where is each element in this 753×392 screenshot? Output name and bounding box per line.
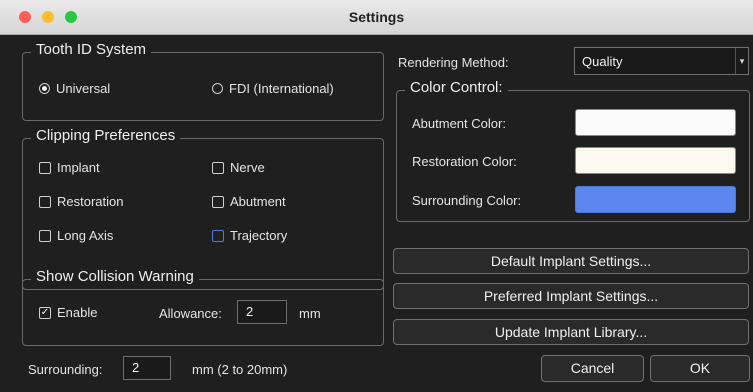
tooth-id-legend: Tooth ID System <box>31 41 152 58</box>
radio-universal[interactable]: Universal <box>39 81 110 96</box>
surrounding-input[interactable]: 2 <box>123 356 171 380</box>
checkbox-checked-icon: ✓ <box>39 306 51 319</box>
checkbox-implant-label: Implant <box>57 160 100 175</box>
checkbox-nerve-label: Nerve <box>230 160 265 175</box>
rendering-label: Rendering Method: <box>398 55 509 70</box>
cancel-button[interactable]: Cancel <box>541 355 644 382</box>
radio-unselected-icon <box>212 83 223 94</box>
checkbox-focused-icon <box>212 229 224 242</box>
settings-window: Settings Tooth ID System Universal FDI (… <box>0 0 753 392</box>
radio-fdi-label: FDI (International) <box>229 81 334 96</box>
checkbox-icon <box>39 195 51 208</box>
checkbox-abutment[interactable]: Abutment <box>212 194 286 209</box>
checkbox-restoration[interactable]: Restoration <box>39 194 123 209</box>
preferred-implant-settings-button[interactable]: Preferred Implant Settings... <box>393 283 749 309</box>
collision-legend: Show Collision Warning <box>31 268 199 285</box>
color-control-group: Color Control: Abutment Color: Restorati… <box>396 79 750 222</box>
checkbox-implant[interactable]: Implant <box>39 160 100 175</box>
rendering-select[interactable]: Quality ▾ <box>574 47 749 75</box>
color-control-legend: Color Control: <box>405 79 508 96</box>
abutment-color-swatch[interactable] <box>575 109 736 136</box>
restoration-color-label: Restoration Color: <box>412 154 517 169</box>
radio-universal-label: Universal <box>56 81 111 96</box>
allowance-input[interactable]: 2 <box>237 300 287 324</box>
checkbox-restoration-label: Restoration <box>57 194 124 209</box>
surrounding-hint: mm (2 to 20mm) <box>192 362 288 377</box>
tooth-id-group: Tooth ID System Universal FDI (Internati… <box>22 41 384 121</box>
checkbox-abutment-label: Abutment <box>230 194 286 209</box>
surrounding-color-label: Surrounding Color: <box>412 193 522 208</box>
collision-group: Show Collision Warning ✓ Enable Allowanc… <box>22 268 384 346</box>
update-implant-library-button[interactable]: Update Implant Library... <box>393 319 749 345</box>
ok-button[interactable]: OK <box>650 355 750 382</box>
allowance-label: Allowance: <box>159 306 222 321</box>
restoration-color-swatch[interactable] <box>575 147 736 174</box>
checkbox-nerve[interactable]: Nerve <box>212 160 265 175</box>
checkbox-enable-label: Enable <box>57 305 98 320</box>
checkbox-long-axis-label: Long Axis <box>57 228 114 243</box>
window-title: Settings <box>348 9 405 25</box>
checkbox-long-axis[interactable]: Long Axis <box>39 228 113 243</box>
title-bar: Settings <box>0 0 753 35</box>
checkbox-icon <box>212 195 224 208</box>
checkbox-trajectory[interactable]: Trajectory <box>212 228 287 243</box>
dropdown-arrow-icon: ▾ <box>735 48 748 74</box>
default-implant-settings-button[interactable]: Default Implant Settings... <box>393 248 749 274</box>
surrounding-label: Surrounding: <box>28 362 103 377</box>
radio-fdi[interactable]: FDI (International) <box>212 81 334 96</box>
checkbox-trajectory-label: Trajectory <box>230 228 288 243</box>
dialog-content: Tooth ID System Universal FDI (Internati… <box>0 35 753 392</box>
checkbox-enable[interactable]: ✓ Enable <box>39 305 97 320</box>
allowance-unit: mm <box>299 306 321 321</box>
surrounding-color-swatch[interactable] <box>575 186 736 213</box>
checkbox-icon <box>39 229 51 242</box>
checkbox-icon <box>212 161 224 174</box>
checkbox-icon <box>39 161 51 174</box>
clipping-legend: Clipping Preferences <box>31 127 181 144</box>
rendering-value: Quality <box>582 54 623 69</box>
abutment-color-label: Abutment Color: <box>412 116 506 131</box>
radio-selected-icon <box>39 83 50 94</box>
